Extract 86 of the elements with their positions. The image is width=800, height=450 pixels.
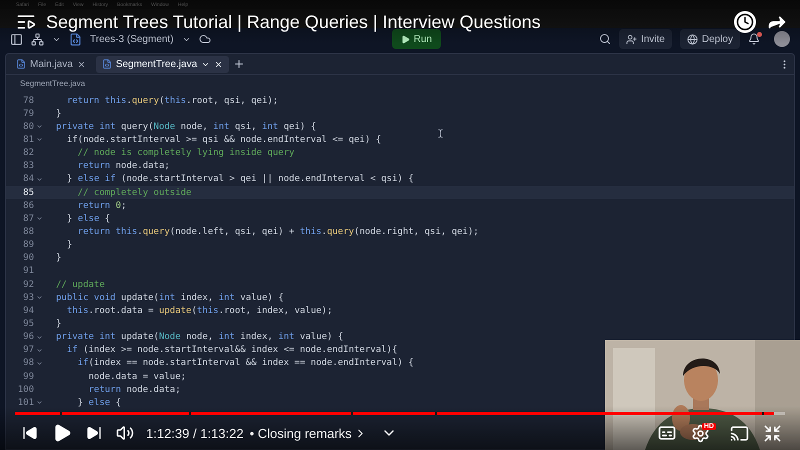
file-icon [102, 59, 112, 69]
globe-icon [686, 34, 698, 44]
line-number: 92 [22, 280, 34, 290]
add-tab-icon[interactable] [233, 58, 246, 70]
code-line: if(node.startInterval >= qsi && node.endInterval <= qei) { [66, 134, 382, 145]
file-tab[interactable]: Main.java [10, 56, 92, 72]
code-line: if (index >= node.startInterval&& index <= node.endInterval){ [66, 345, 398, 356]
line-number: 78 [22, 96, 34, 106]
line-number: 99 [22, 372, 34, 382]
line-number: 88 [22, 226, 34, 237]
line-number: 80 [22, 122, 34, 132]
previous-button[interactable] [22, 425, 38, 441]
fold-caret-icon[interactable] [36, 334, 43, 341]
code-line: } [56, 253, 62, 264]
file-icon [16, 59, 26, 69]
project-name[interactable]: Trees-3 (Segment) [90, 34, 174, 44]
code-line: } else { [66, 214, 110, 224]
line-number: 84 [22, 174, 34, 184]
code-line: private int update(Node node, int index, int value) { [56, 332, 344, 342]
play-icon [400, 34, 410, 44]
code-line: return node.data; [88, 384, 181, 395]
fold-caret-icon[interactable] [36, 123, 43, 130]
line-number: 96 [22, 332, 34, 342]
line-number: 93 [22, 292, 34, 303]
exit-fullscreen-button[interactable] [763, 424, 782, 442]
search-icon[interactable] [598, 33, 611, 45]
sidebar-toggle-icon[interactable] [10, 32, 23, 46]
code-line: node.data = value; [88, 372, 186, 382]
line-number: 89 [22, 240, 34, 250]
code-line: return this.query(this.root, qsi, qei); [66, 96, 278, 106]
line-number: 86 [22, 200, 34, 211]
code-line: } else { [76, 398, 122, 408]
code-line: public void update(int index, int value) { [56, 292, 284, 303]
code-line: // completely outside [76, 188, 192, 198]
line-number: 100 [16, 384, 34, 395]
fold-caret-icon[interactable] [36, 294, 43, 302]
person-plus-icon [626, 34, 637, 44]
line-number: 95 [22, 318, 34, 329]
bell-icon[interactable] [748, 33, 760, 45]
fold-caret-icon[interactable] [36, 176, 43, 183]
invite-button[interactable]: Invite [618, 29, 672, 49]
cast-button[interactable] [730, 424, 749, 442]
code-line: private int query(Node node, int qsi, int qei) { [56, 122, 316, 132]
deploy-button[interactable]: Deploy [680, 29, 740, 49]
text-cursor-icon [436, 129, 445, 138]
line-number: 79 [22, 108, 34, 119]
code-line: return 0; [76, 200, 126, 211]
line-number: 91 [22, 266, 34, 276]
fold-caret-icon[interactable] [36, 215, 43, 222]
graph-icon[interactable] [31, 32, 44, 46]
time-display: 1:12:39 / 1:13:22 [146, 426, 244, 440]
next-button[interactable] [86, 425, 102, 441]
code-line: // node is completely lying inside query [76, 148, 294, 158]
fold-caret-icon[interactable] [36, 136, 43, 144]
fold-caret-icon[interactable] [36, 346, 43, 354]
line-number: 97 [22, 345, 34, 356]
file-tab[interactable]: SegmentTree.java [96, 56, 230, 72]
project-icon [69, 32, 82, 46]
line-number: 101 [16, 398, 34, 408]
cloud-icon [198, 33, 211, 45]
code-line: this.root.data = update(this.root, index, value); [66, 306, 332, 316]
fold-caret-icon[interactable] [36, 360, 43, 367]
line-number: 81 [22, 134, 34, 145]
line-number: 83 [22, 161, 34, 172]
line-number: 87 [22, 214, 34, 224]
run-button[interactable]: Run [392, 29, 441, 49]
code-line: } [56, 318, 62, 329]
code-line: if(index == node.startInterval && index == node.endInterval) { [76, 358, 414, 368]
volume-button[interactable] [116, 424, 134, 442]
code-line: } [56, 108, 62, 119]
code-line: // update [56, 280, 105, 290]
breadcrumb[interactable]: SegmentTree.java [20, 78, 86, 88]
close-icon[interactable] [214, 60, 224, 68]
line-number: 85 [22, 188, 34, 198]
line-number: 94 [22, 306, 34, 316]
code-line: } [66, 240, 72, 250]
fold-caret-icon[interactable] [36, 399, 43, 406]
line-number: 90 [22, 253, 34, 264]
code-line: return this.query(node.left, qsi, qei) + this.query(node.right, qsi, qei); [76, 226, 479, 237]
line-number: 98 [22, 358, 34, 368]
code-line: } else if (node.startInterval > qei || node.endInterval < qsi) { [66, 174, 414, 184]
avatar[interactable] [774, 31, 790, 47]
close-icon[interactable] [76, 60, 86, 68]
line-number: 82 [22, 148, 34, 158]
chapter-button[interactable]: • Closing remarks [250, 426, 367, 440]
code-line: return node.data; [76, 161, 170, 172]
